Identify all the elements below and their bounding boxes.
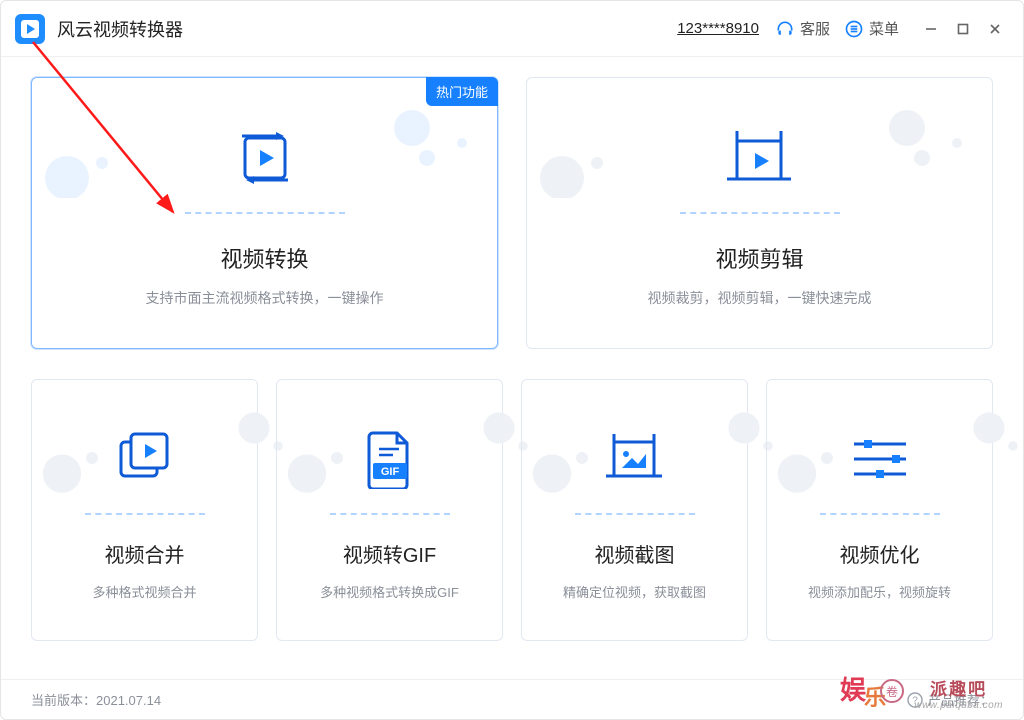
- close-button[interactable]: [981, 15, 1009, 43]
- minimize-button[interactable]: [917, 15, 945, 43]
- card-desc: 视频添加配乐，视频旋转: [808, 582, 951, 601]
- card-title: 视频转GIF: [343, 539, 436, 568]
- menu-button[interactable]: 菜单: [844, 18, 899, 39]
- crop-play-icon: [723, 118, 797, 198]
- card-desc: 多种格式视频合并: [92, 582, 196, 601]
- menu-icon: [844, 19, 864, 39]
- sliders-icon: [850, 419, 910, 499]
- card-title: 视频截图: [595, 539, 675, 568]
- support-button[interactable]: 客服: [775, 18, 830, 39]
- card-underline: [575, 513, 695, 515]
- card-video-gif[interactable]: GIF 视频转GIF 多种视频格式转换成GIF: [276, 379, 503, 641]
- maximize-button[interactable]: [949, 15, 977, 43]
- svg-text:乐: 乐: [864, 685, 886, 710]
- headset-icon: [775, 19, 795, 39]
- card-underline: [820, 513, 940, 515]
- app-logo: [15, 14, 45, 44]
- app-title: 风云视频转换器: [57, 16, 183, 42]
- version-prefix: 当前版本：: [31, 693, 96, 708]
- title-bar: 风云视频转换器 123****8910 客服: [1, 1, 1023, 57]
- main-content: 热门功能: [1, 57, 1023, 679]
- card-video-optimize[interactable]: 视频优化 视频添加配乐，视频旋转: [766, 379, 993, 641]
- maximize-icon: [956, 22, 970, 36]
- card-video-screenshot[interactable]: 视频截图 精确定位视频，获取截图: [521, 379, 748, 641]
- recommend-label: 产品推荐：: [928, 690, 993, 709]
- card-desc: 精确定位视频，获取截图: [563, 582, 706, 601]
- card-underline: [330, 513, 450, 515]
- card-desc: 支持市面主流视频格式转换，一键操作: [146, 288, 384, 308]
- app-window: 风云视频转换器 123****8910 客服: [0, 0, 1024, 720]
- svg-text:?: ?: [912, 695, 918, 706]
- play-icon: [21, 20, 39, 38]
- bottom-cards-row: 视频合并 多种格式视频合并 GIF: [31, 379, 993, 641]
- card-desc: 视频裁剪，视频剪辑，一键快速完成: [648, 288, 872, 308]
- menu-label: 菜单: [869, 18, 899, 39]
- product-recommend[interactable]: ? 产品推荐：: [907, 690, 993, 709]
- convert-icon: [230, 118, 300, 198]
- card-video-merge[interactable]: 视频合并 多种格式视频合并: [31, 379, 258, 641]
- merge-icon: [115, 419, 175, 499]
- footer-bar: 当前版本：2021.07.14 ? 产品推荐： 娱 乐 卷 派趣吧 www.pa…: [1, 679, 1023, 719]
- card-underline: [185, 212, 345, 214]
- card-video-convert[interactable]: 热门功能: [31, 77, 498, 349]
- gif-file-icon: GIF: [365, 419, 415, 499]
- support-label: 客服: [800, 18, 830, 39]
- minimize-icon: [924, 22, 938, 36]
- info-icon: ?: [907, 692, 923, 708]
- card-title: 视频剪辑: [715, 242, 803, 274]
- svg-text:GIF: GIF: [380, 466, 399, 478]
- top-cards-row: 热门功能: [31, 77, 993, 349]
- card-bg-bubbles: [277, 380, 553, 500]
- card-underline: [85, 513, 205, 515]
- card-video-edit[interactable]: 视频剪辑 视频裁剪，视频剪辑，一键快速完成: [526, 77, 993, 349]
- card-title: 视频合并: [105, 539, 185, 568]
- close-icon: [988, 22, 1002, 36]
- screenshot-icon: [602, 419, 668, 499]
- card-desc: 多种视频格式转换成GIF: [320, 582, 459, 601]
- svg-text:娱: 娱: [840, 676, 867, 705]
- user-id[interactable]: 123****8910: [677, 20, 759, 37]
- card-title: 视频转换: [220, 242, 308, 274]
- hot-badge: 热门功能: [426, 77, 498, 106]
- svg-text:卷: 卷: [886, 684, 898, 699]
- card-underline: [680, 212, 840, 214]
- card-title: 视频优化: [840, 539, 920, 568]
- version-number: 2021.07.14: [96, 693, 161, 708]
- version-info: 当前版本：2021.07.14: [31, 690, 161, 709]
